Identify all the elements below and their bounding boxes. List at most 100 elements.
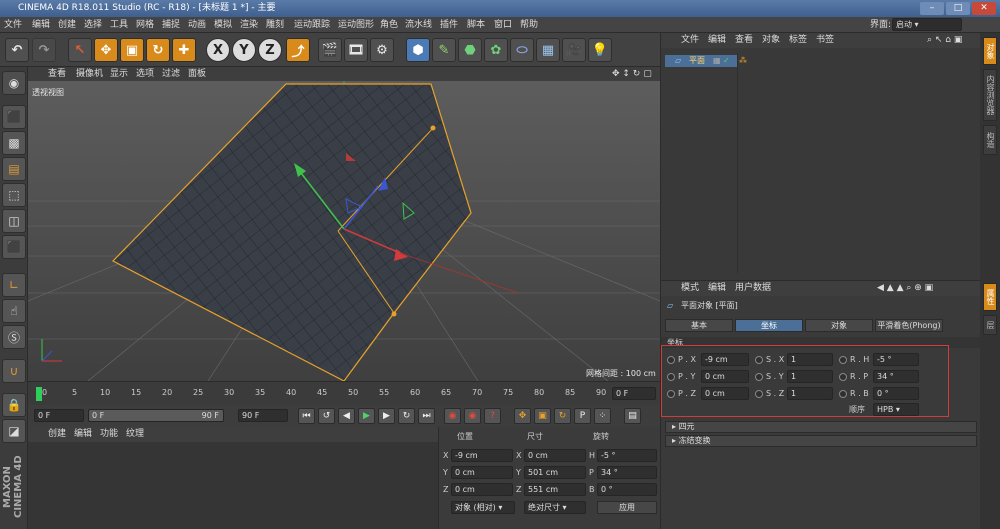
key-rotation-icon[interactable]: ↻ — [554, 408, 571, 424]
menu-edit[interactable]: 编辑 — [32, 17, 50, 33]
snap-icon[interactable]: Ⓢ — [2, 325, 26, 349]
end-frame-field[interactable]: 90 F — [238, 409, 288, 422]
axis-mode-icon[interactable]: ∟ — [2, 273, 26, 297]
prev-frame-icon[interactable]: ◀ — [338, 408, 355, 424]
menu-create[interactable]: 创建 — [58, 17, 76, 33]
tab-phong[interactable]: 平滑着色(Phong) — [875, 319, 943, 332]
coord-size-z[interactable]: 551 cm — [524, 483, 586, 496]
coord-rot-h[interactable]: -5 ° — [597, 449, 657, 462]
tab-object[interactable]: 对象 — [805, 319, 873, 332]
menu-animate[interactable]: 动画 — [188, 17, 206, 33]
coord-size-y[interactable]: 501 cm — [524, 466, 586, 479]
menu-pipeline[interactable]: 流水线 — [405, 17, 432, 33]
magnet-icon[interactable]: ∪ — [2, 359, 26, 383]
group-freeze-transform[interactable]: ▸ 冻结变换 — [665, 435, 977, 447]
workplane-mode-icon[interactable]: ▤ — [2, 157, 26, 181]
menu-sculpt[interactable]: 雕刻 — [266, 17, 284, 33]
edges-mode-icon[interactable]: ◫ — [2, 209, 26, 233]
attr-menu-user-data[interactable]: 用户数据 — [735, 281, 771, 296]
coord-rot-p[interactable]: 34 ° — [597, 466, 657, 479]
side-tab-attributes[interactable]: 属性 — [983, 283, 997, 311]
phong-tag-icon[interactable]: ⁂ — [739, 55, 747, 67]
goto-end-icon[interactable]: ⏭ — [418, 408, 435, 424]
attr-pos-x[interactable]: -9 cm — [701, 353, 749, 366]
recent-tool-icon[interactable]: ✚ — [172, 38, 196, 62]
mat-menu-texture[interactable]: 纹理 — [126, 427, 144, 442]
anim-radio[interactable] — [755, 390, 763, 398]
texture-mode-icon[interactable]: ▩ — [2, 131, 26, 155]
object-visibility-icon[interactable]: ▦ — [713, 55, 721, 67]
menu-mograph[interactable]: 运动图形 — [338, 17, 374, 33]
close-button[interactable]: ✕ — [972, 2, 996, 15]
coord-pos-z[interactable]: 0 cm — [451, 483, 513, 496]
apply-button[interactable]: 应用 — [597, 501, 657, 514]
obj-menu-tags[interactable]: 标签 — [789, 33, 807, 48]
move-icon[interactable]: ✥ — [94, 38, 118, 62]
menu-file[interactable]: 文件 — [4, 17, 22, 33]
perspective-viewport[interactable]: 透视视图 网格间距 : 100 cm — [28, 81, 660, 381]
key-scale-icon[interactable]: ▣ — [534, 408, 551, 424]
side-tab-objects[interactable]: 对象 — [983, 37, 997, 65]
layout-select[interactable]: 启动 ▾ — [892, 18, 962, 31]
coord-size-x[interactable]: 0 cm — [524, 449, 586, 462]
object-enabled-check-icon[interactable]: ✓ — [723, 55, 730, 67]
anim-radio[interactable] — [839, 390, 847, 398]
menu-render[interactable]: 渲染 — [240, 17, 258, 33]
coord-mode-select[interactable]: 对象 (相对) ▾ — [451, 501, 515, 514]
vp-menu-panel[interactable]: 面板 — [188, 67, 206, 81]
render-picture-viewer-icon[interactable]: 🎞 — [344, 38, 368, 62]
attr-rot-p[interactable]: 34 ° — [873, 370, 919, 383]
coordinate-system-icon[interactable]: ⤴ — [286, 38, 310, 62]
points-mode-icon[interactable]: ⬚ — [2, 183, 26, 207]
axis-z-toggle[interactable]: Z — [258, 38, 282, 62]
play-icon[interactable]: ▶ — [358, 408, 375, 424]
attr-pos-y[interactable]: 0 cm — [701, 370, 749, 383]
menu-mesh[interactable]: 网格 — [136, 17, 154, 33]
film-icon[interactable]: ▤ — [624, 408, 641, 424]
attr-rot-h[interactable]: -5 ° — [873, 353, 919, 366]
goto-start-icon[interactable]: ⏮ — [298, 408, 315, 424]
menu-plugins[interactable]: 插件 — [440, 17, 458, 33]
make-editable-icon[interactable]: ◉ — [2, 71, 26, 95]
model-mode-icon[interactable]: ⬛ — [2, 105, 26, 129]
rotate-icon[interactable]: ↻ — [146, 38, 170, 62]
lock-workplane-icon[interactable]: 🔒 — [2, 393, 26, 417]
attr-scale-y[interactable]: 1 — [787, 370, 833, 383]
obj-menu-edit[interactable]: 编辑 — [708, 33, 726, 48]
record-key-icon[interactable]: ◉ — [444, 408, 461, 424]
coord-pos-y[interactable]: 0 cm — [451, 466, 513, 479]
vp-menu-display[interactable]: 显示 — [110, 67, 128, 81]
vp-menu-options[interactable]: 选项 — [136, 67, 154, 81]
menu-script[interactable]: 脚本 — [467, 17, 485, 33]
keyframe-selection-icon[interactable]: ? — [484, 408, 501, 424]
prev-key-icon[interactable]: ↺ — [318, 408, 335, 424]
menu-motion-tracking[interactable]: 运动跟踪 — [294, 17, 330, 33]
anim-radio[interactable] — [755, 356, 763, 364]
scale-icon[interactable]: ▣ — [120, 38, 144, 62]
minimize-button[interactable]: – — [920, 2, 944, 15]
attr-nav-icons[interactable]: ◀ ▲ ▲ ⌕ ⊕ ▣ — [877, 281, 933, 296]
menu-select[interactable]: 选择 — [84, 17, 102, 33]
axis-y-toggle[interactable]: Y — [232, 38, 256, 62]
menu-simulate[interactable]: 模拟 — [214, 17, 232, 33]
side-tab-content-browser[interactable]: 内容浏览器 — [983, 69, 997, 121]
attr-rot-b[interactable]: 0 ° — [873, 387, 919, 400]
attr-menu-edit[interactable]: 编辑 — [708, 281, 726, 296]
maximize-button[interactable]: □ — [946, 2, 970, 15]
attr-pos-z[interactable]: 0 cm — [701, 387, 749, 400]
redo-icon[interactable]: ↷ — [32, 38, 56, 62]
anim-radio[interactable] — [667, 356, 675, 364]
key-position-icon[interactable]: ✥ — [514, 408, 531, 424]
cube-primitive-icon[interactable]: ⬢ — [406, 38, 430, 62]
key-pla-icon[interactable]: ⁘ — [594, 408, 611, 424]
live-select-icon[interactable]: ↖ — [68, 38, 92, 62]
anim-radio[interactable] — [839, 373, 847, 381]
coord-pos-x[interactable]: -9 cm — [451, 449, 513, 462]
anim-radio[interactable] — [839, 356, 847, 364]
attr-scale-x[interactable]: 1 — [787, 353, 833, 366]
attr-scale-z[interactable]: 1 — [787, 387, 833, 400]
frame-range-slider[interactable]: 0 F 90 F — [88, 409, 224, 422]
attr-menu-mode[interactable]: 模式 — [681, 281, 699, 296]
camera-icon[interactable]: 🎥 — [562, 38, 586, 62]
coord-size-mode-select[interactable]: 绝对尺寸 ▾ — [524, 501, 586, 514]
